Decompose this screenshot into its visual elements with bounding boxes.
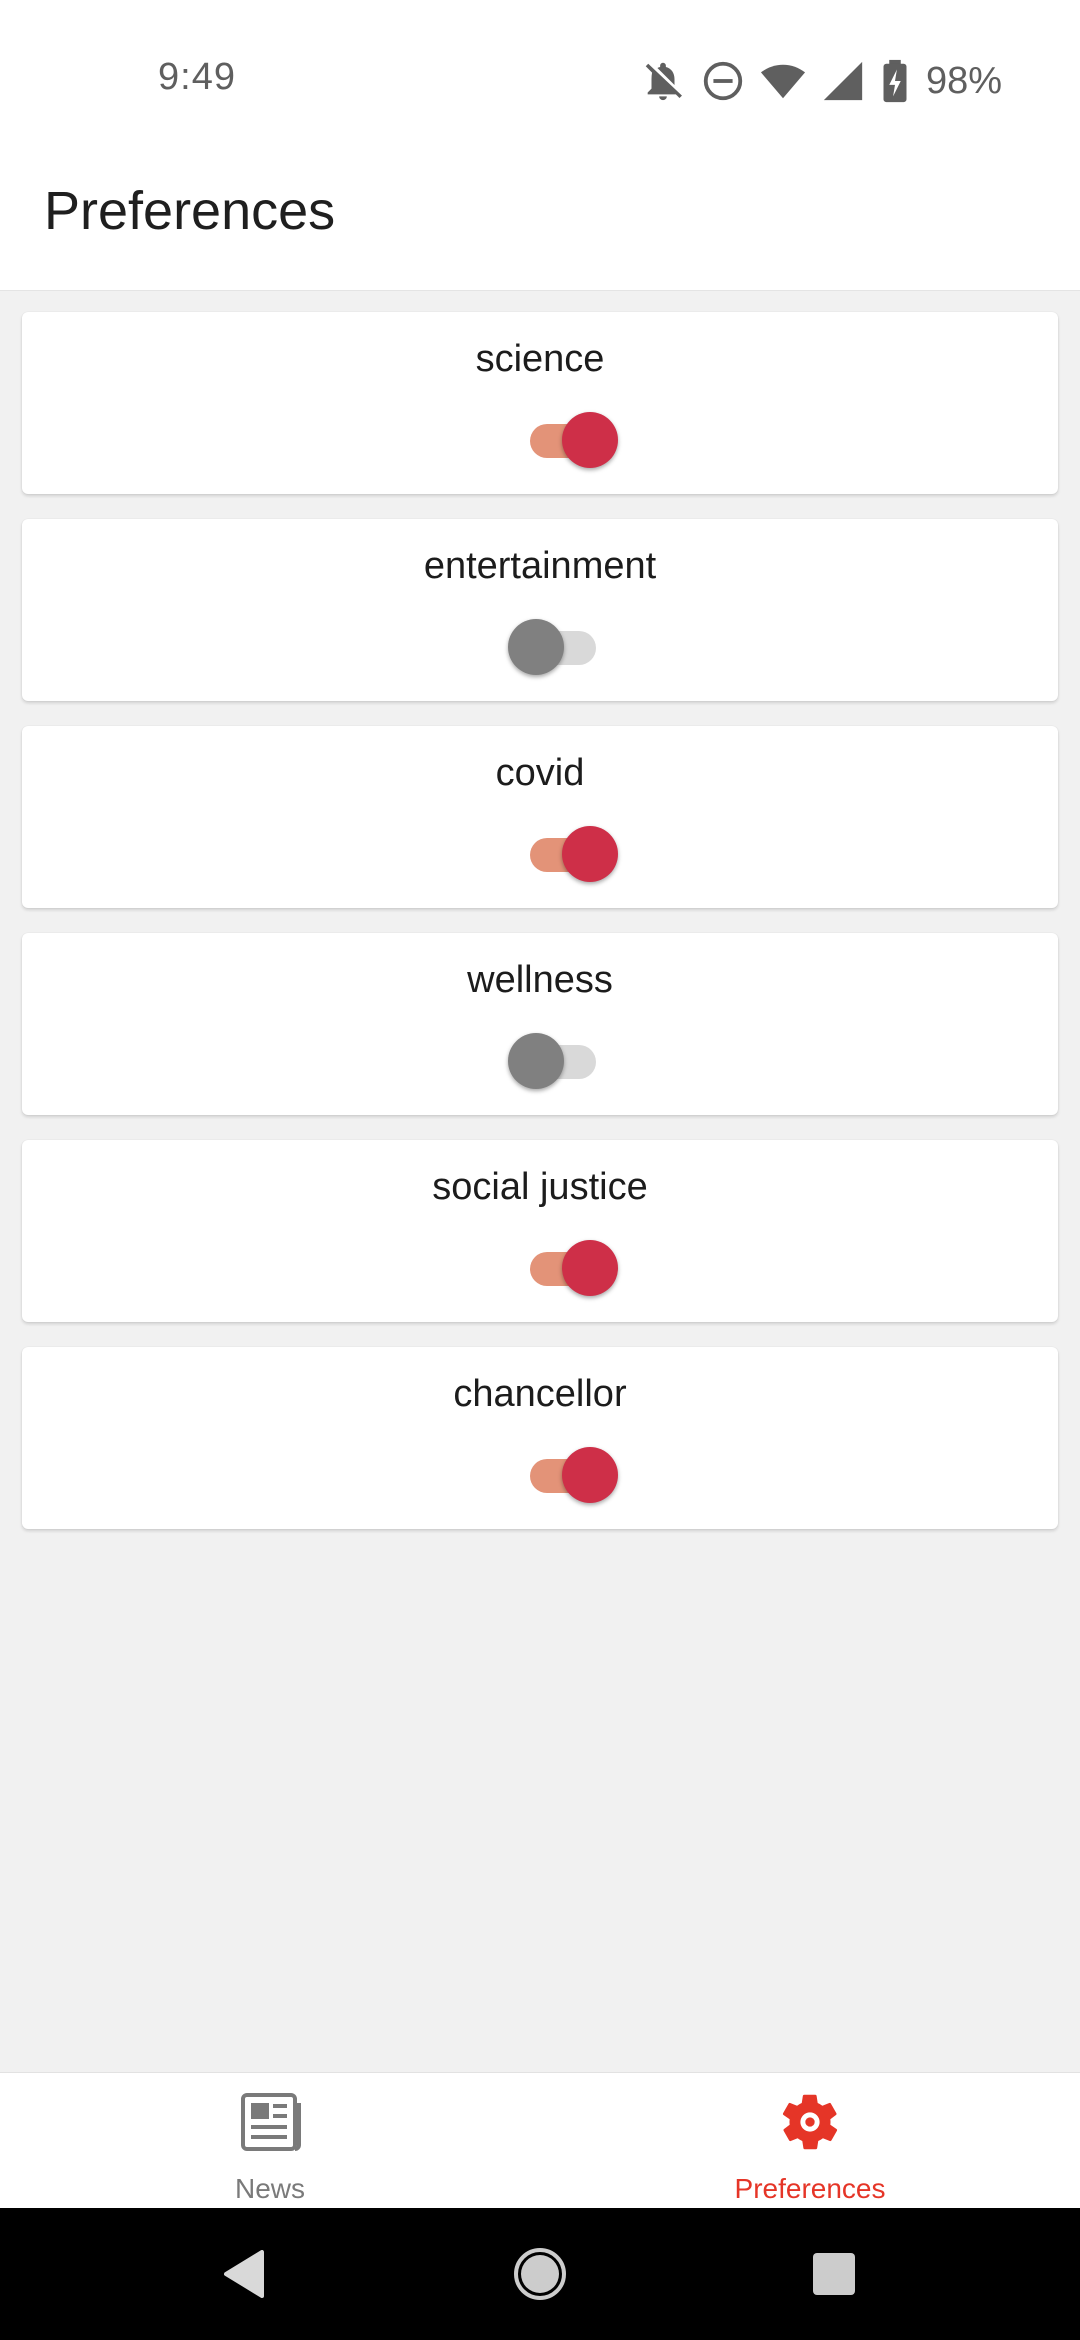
cell-signal-icon bbox=[820, 58, 866, 104]
battery-percent: 98% bbox=[925, 59, 1002, 102]
toggle-thumb bbox=[508, 619, 564, 675]
status-time: 9:49 bbox=[158, 56, 236, 98]
toggle-thumb bbox=[562, 1240, 618, 1296]
battery-charging-icon bbox=[880, 58, 910, 104]
home-icon[interactable] bbox=[510, 2244, 570, 2304]
preference-card-entertainment: entertainment bbox=[22, 519, 1058, 701]
toggle-covid[interactable] bbox=[508, 826, 618, 882]
wifi-icon bbox=[760, 58, 806, 104]
nav-item-preferences[interactable]: Preferences bbox=[540, 2073, 1080, 2209]
do-not-disturb-icon bbox=[700, 58, 746, 104]
preference-label: social justice bbox=[432, 1166, 648, 1208]
toggle-science[interactable] bbox=[508, 412, 618, 468]
recents-icon[interactable] bbox=[804, 2244, 864, 2304]
preference-card-covid: covid bbox=[22, 726, 1058, 908]
toggle-entertainment[interactable] bbox=[508, 619, 608, 675]
preference-card-wellness: wellness bbox=[22, 933, 1058, 1115]
toggle-social-justice[interactable] bbox=[508, 1240, 618, 1296]
toggle-thumb bbox=[562, 1447, 618, 1503]
page-title: Preferences bbox=[44, 181, 336, 241]
gear-icon bbox=[777, 2089, 843, 2155]
toggle-thumb bbox=[562, 826, 618, 882]
toggle-chancellor[interactable] bbox=[508, 1447, 618, 1503]
status-icons: 98% bbox=[640, 56, 1002, 106]
system-navigation-bar bbox=[0, 2208, 1080, 2340]
toggle-thumb bbox=[562, 412, 618, 468]
preference-label: chancellor bbox=[453, 1373, 627, 1415]
nav-item-news[interactable]: News bbox=[0, 2073, 540, 2209]
nav-label-news: News bbox=[234, 2173, 305, 2204]
nav-label-preferences: Preferences bbox=[734, 2173, 886, 2204]
preference-label: wellness bbox=[467, 959, 613, 1001]
app-bar: Preferences bbox=[0, 140, 1080, 291]
bottom-navigation: News Preferences bbox=[0, 2072, 1080, 2209]
back-icon[interactable] bbox=[216, 2244, 276, 2304]
preferences-list: science entertainment covid wellness soc… bbox=[22, 312, 1058, 1554]
preference-label: entertainment bbox=[423, 545, 657, 587]
preference-label: covid bbox=[495, 752, 585, 794]
status-bar: 9:49 98% bbox=[0, 0, 1080, 140]
preference-card-science: science bbox=[22, 312, 1058, 494]
preference-label: science bbox=[475, 338, 605, 380]
toggle-wellness[interactable] bbox=[508, 1033, 608, 1089]
preference-card-social-justice: social justice bbox=[22, 1140, 1058, 1322]
toggle-thumb bbox=[508, 1033, 564, 1089]
notifications-off-icon bbox=[640, 58, 686, 104]
preference-card-chancellor: chancellor bbox=[22, 1347, 1058, 1529]
newspaper-icon bbox=[237, 2089, 303, 2155]
